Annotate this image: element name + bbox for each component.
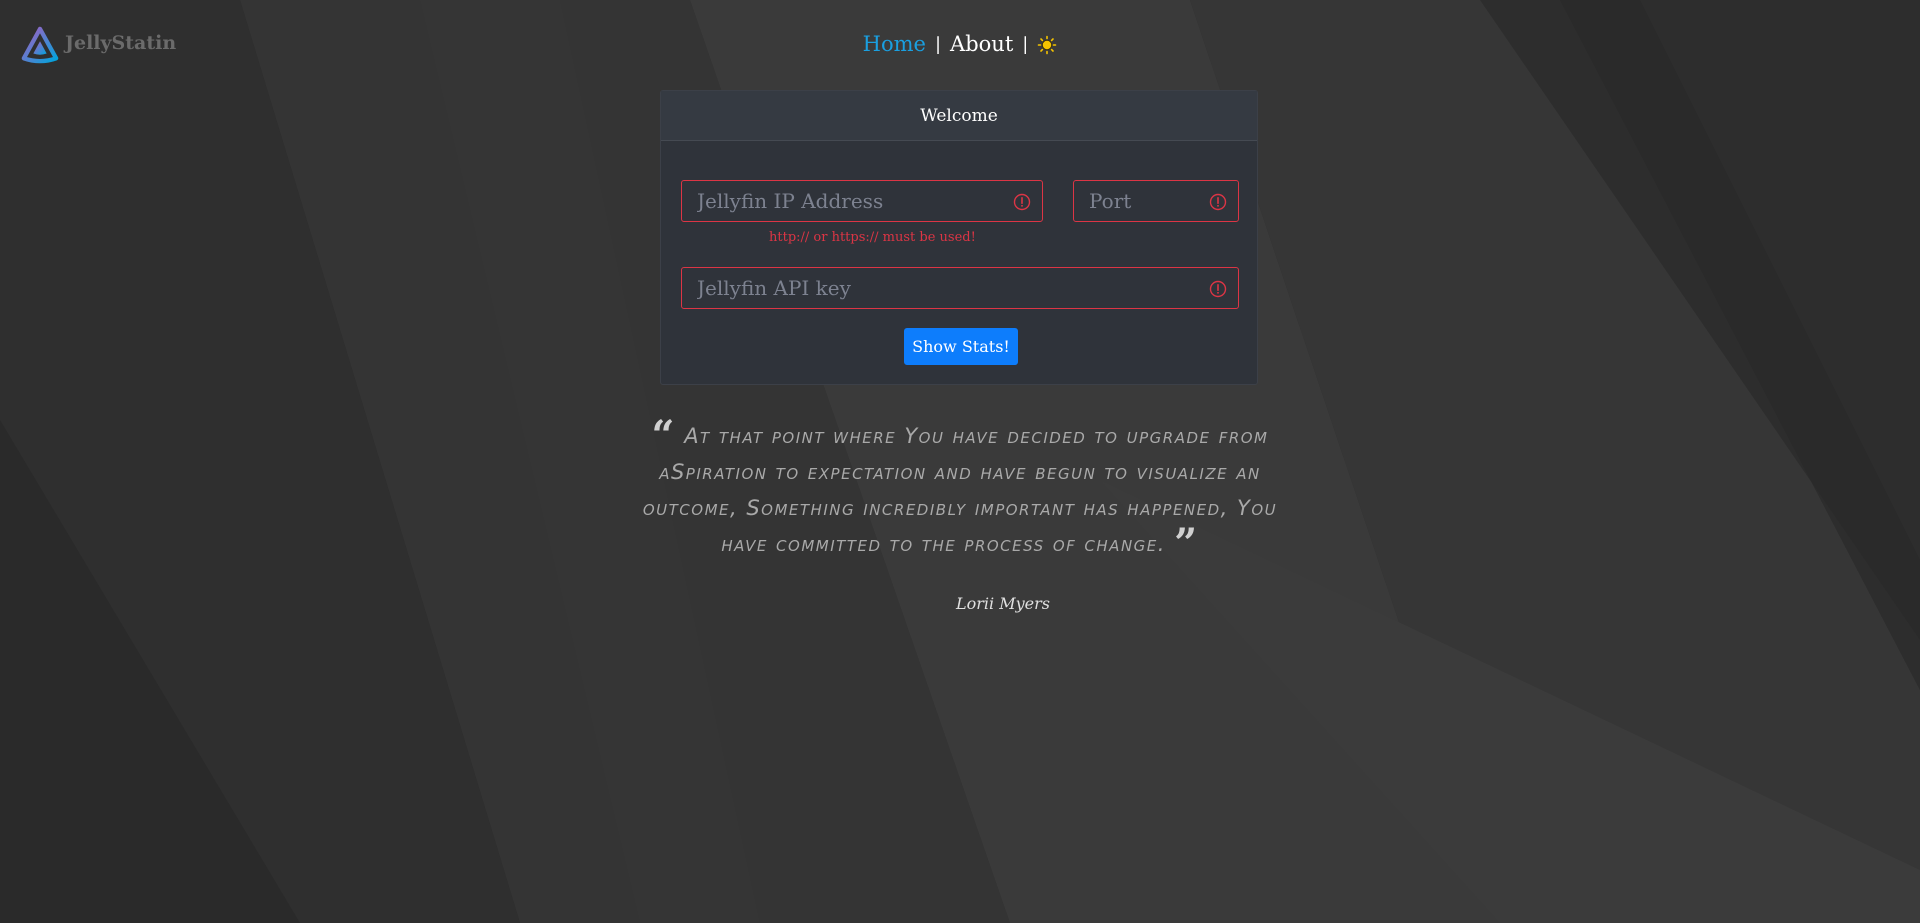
port-field: [1073, 180, 1239, 222]
card-header: Welcome: [661, 91, 1257, 141]
quote-author: Lorii Myers: [956, 594, 1050, 613]
error-icon: [1209, 280, 1227, 298]
theme-toggle-button[interactable]: [1037, 35, 1057, 55]
ip-address-field: [681, 180, 1043, 222]
nav-home-link[interactable]: Home: [863, 32, 926, 56]
api-key-field: [681, 267, 1239, 309]
welcome-card: Welcome http:// or https:// must be used…: [660, 90, 1258, 385]
ip-error-message: http:// or https:// must be used!: [769, 230, 976, 245]
nav-separator: |: [1022, 33, 1029, 55]
nav-separator: |: [934, 33, 942, 55]
sun-icon: [1038, 35, 1057, 55]
error-icon: [1013, 193, 1031, 211]
top-nav: Home | About |: [0, 32, 1920, 56]
quote-block: “ At that point where You have decided t…: [620, 416, 1300, 564]
close-quote-mark: ”: [1174, 520, 1199, 567]
open-quote-mark: “: [651, 412, 676, 459]
ip-address-input[interactable]: [682, 181, 1042, 221]
nav-about-link[interactable]: About: [950, 32, 1013, 56]
show-stats-button[interactable]: Show Stats!: [904, 328, 1018, 365]
api-key-input[interactable]: [682, 268, 1238, 308]
error-icon: [1209, 193, 1227, 211]
card-title: Welcome: [920, 105, 998, 126]
